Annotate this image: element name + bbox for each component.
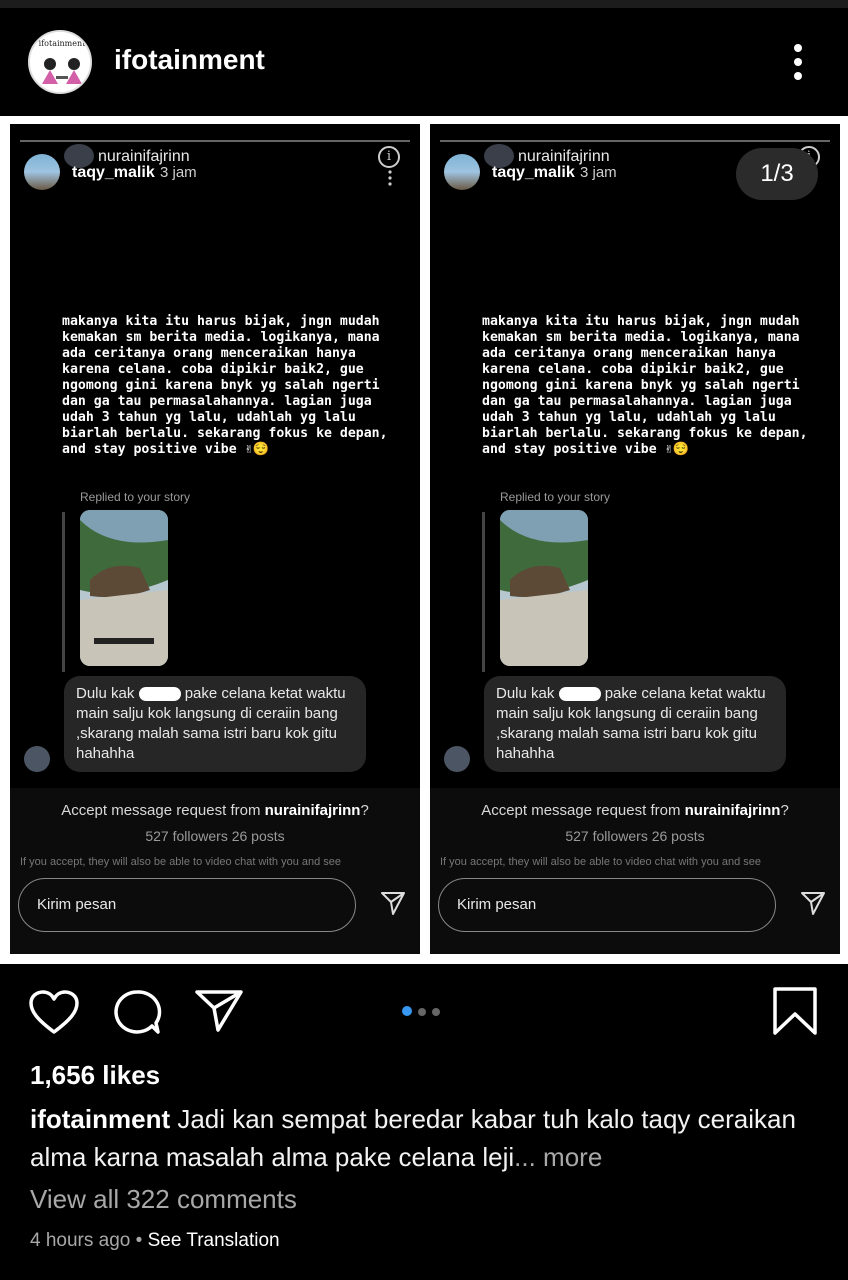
reply-text-start: Dulu kak bbox=[496, 685, 555, 702]
story-author: taqy_malik bbox=[492, 164, 575, 181]
reply-message: Dulu kak pake celana ketat waktu main sa… bbox=[64, 676, 366, 772]
accept-suffix: ? bbox=[780, 802, 789, 819]
story-progress-bar bbox=[440, 140, 830, 142]
accept-note: If you accept, they will also be able to… bbox=[20, 856, 342, 868]
censored-blur bbox=[558, 687, 601, 702]
story-thumbnail bbox=[500, 510, 588, 666]
profile-avatar[interactable]: ifotainment bbox=[28, 30, 92, 94]
replied-label: Replied to your story bbox=[500, 490, 611, 504]
post-header: ifotainment ifotainment bbox=[0, 8, 848, 116]
comment-icon[interactable] bbox=[112, 988, 162, 1041]
story-time: 3 jam bbox=[160, 164, 197, 181]
story-screenshot-right: nurainifajrinn taqy_malik 3 jam i 1/3 ma… bbox=[430, 124, 840, 954]
accept-user: nurainifajrinn bbox=[684, 802, 781, 819]
info-icon: i bbox=[378, 146, 400, 168]
story-time: 3 jam bbox=[580, 164, 617, 181]
story-thumbnail bbox=[80, 510, 168, 666]
message-request-box: Accept message request from nurainifajri… bbox=[430, 788, 840, 954]
post-image[interactable]: nurainifajrinn taqy_malik 3 jam i makany… bbox=[0, 116, 848, 964]
sender-avatar-small bbox=[24, 746, 50, 772]
send-icon bbox=[380, 890, 406, 916]
post-meta: 4 hours ago • See Translation bbox=[30, 1230, 280, 1252]
carousel-dot bbox=[432, 1008, 440, 1016]
message-placeholder: Kirim pesan bbox=[37, 896, 117, 913]
post-time: 4 hours ago bbox=[30, 1230, 131, 1251]
likes-count[interactable]: 1,656 likes bbox=[30, 1060, 160, 1091]
carousel-dot bbox=[402, 1006, 412, 1016]
reply-text-start: Dulu kak bbox=[76, 685, 135, 702]
replied-label: Replied to your story bbox=[80, 490, 191, 504]
more-vertical-icon bbox=[388, 170, 392, 186]
carousel-dot bbox=[418, 1008, 426, 1016]
story-avatar bbox=[444, 154, 480, 190]
caption-username[interactable]: ifotainment bbox=[30, 1104, 170, 1134]
story-text: makanya kita itu harus bijak, jngn mudah… bbox=[62, 314, 388, 457]
accept-request-question: Accept message request from nurainifajri… bbox=[430, 802, 840, 819]
message-placeholder: Kirim pesan bbox=[457, 896, 537, 913]
accept-prefix: Accept message request from bbox=[481, 802, 685, 819]
message-input: Kirim pesan bbox=[18, 878, 356, 932]
caption-more-link[interactable]: ... more bbox=[514, 1142, 602, 1172]
accept-user: nurainifajrinn bbox=[264, 802, 361, 819]
heart-icon[interactable] bbox=[28, 990, 80, 1041]
post-caption: ifotainment Jadi kan sempat beredar kaba… bbox=[30, 1100, 820, 1176]
message-input: Kirim pesan bbox=[438, 878, 776, 932]
sender-stats: 527 followers 26 posts bbox=[145, 828, 285, 844]
carousel-counter: 1/3 bbox=[736, 148, 818, 200]
post-username[interactable]: ifotainment bbox=[114, 44, 265, 76]
see-translation-link[interactable]: See Translation bbox=[148, 1230, 280, 1251]
view-comments-link[interactable]: View all 322 comments bbox=[30, 1184, 297, 1215]
reply-message: Dulu kak pake celana ketat waktu main sa… bbox=[484, 676, 786, 772]
meta-separator: • bbox=[130, 1230, 148, 1251]
send-icon[interactable] bbox=[194, 988, 244, 1037]
send-icon bbox=[800, 890, 826, 916]
story-text: makanya kita itu harus bijak, jngn mudah… bbox=[482, 314, 808, 457]
status-strip bbox=[0, 0, 848, 8]
svg-text:ifotainment: ifotainment bbox=[39, 39, 87, 48]
reply-quote-line bbox=[62, 512, 65, 672]
accept-request-question: Accept message request from nurainifajri… bbox=[10, 802, 420, 819]
reply-quote-line bbox=[482, 512, 485, 672]
more-vertical-icon[interactable] bbox=[784, 40, 812, 84]
story-author: taqy_malik bbox=[72, 164, 155, 181]
censored-blur bbox=[138, 687, 181, 702]
sender-avatar-small bbox=[444, 746, 470, 772]
story-avatar bbox=[24, 154, 60, 190]
story-screenshot-left: nurainifajrinn taqy_malik 3 jam i makany… bbox=[10, 124, 420, 954]
accept-suffix: ? bbox=[360, 802, 369, 819]
carousel-indicator bbox=[402, 1003, 446, 1021]
accept-note: If you accept, they will also be able to… bbox=[440, 856, 762, 868]
message-request-box: Accept message request from nurainifajri… bbox=[10, 788, 420, 954]
bookmark-icon[interactable] bbox=[772, 986, 818, 1041]
sender-stats: 527 followers 26 posts bbox=[565, 828, 705, 844]
accept-prefix: Accept message request from bbox=[61, 802, 265, 819]
story-progress-bar bbox=[20, 140, 410, 142]
